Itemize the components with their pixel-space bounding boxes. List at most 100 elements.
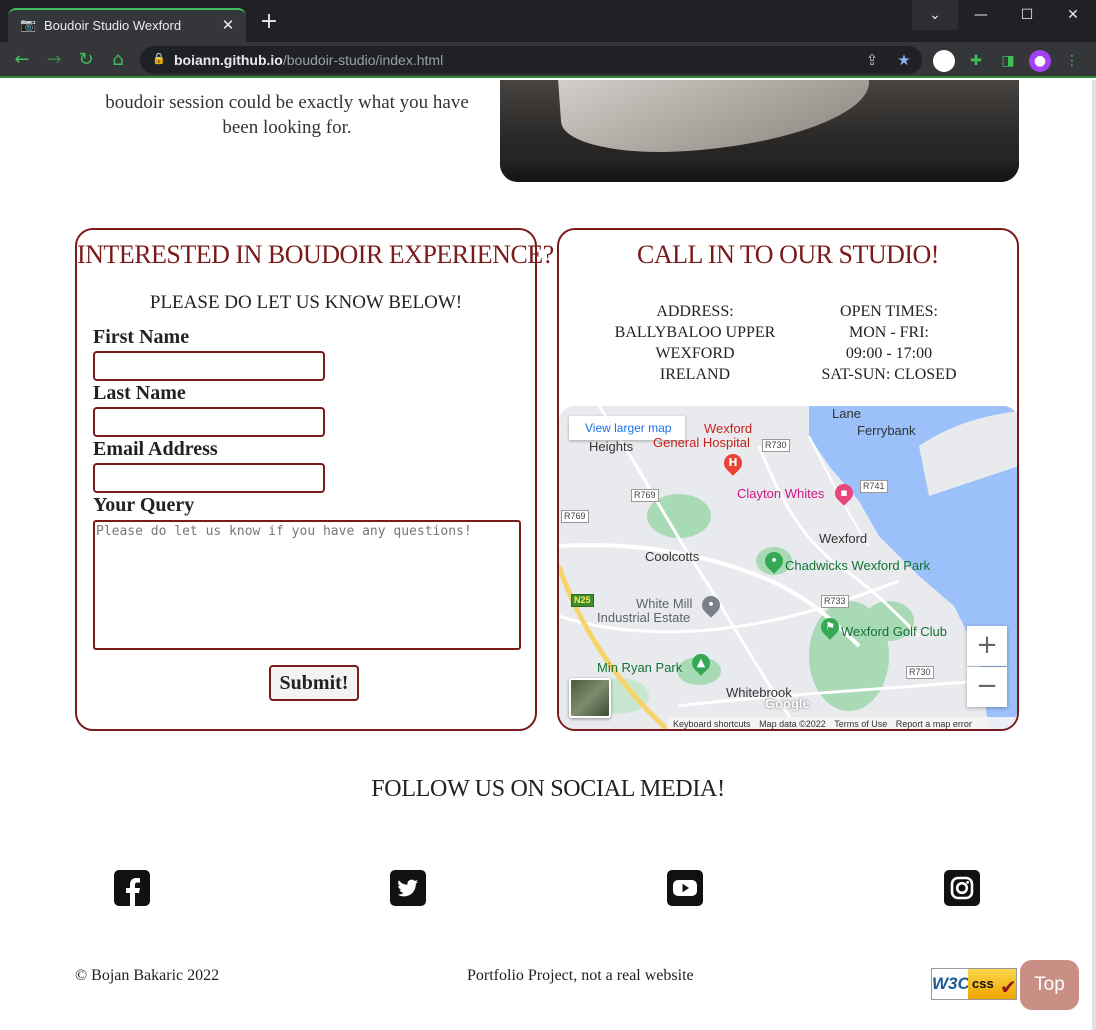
avatar-icon[interactable]: ● — [1029, 50, 1051, 72]
hero-photo — [500, 80, 1019, 182]
google-map-embed[interactable]: View larger map Lane Ferrybank Wexford G… — [559, 406, 1017, 729]
submit-button[interactable]: Submit! — [269, 665, 359, 701]
last-name-input[interactable] — [93, 407, 325, 437]
disclaimer-text: Portfolio Project, not a real website — [467, 967, 694, 984]
road-sign-r730: R730 — [762, 439, 790, 452]
menu-dots-icon[interactable]: ⋮ — [1061, 50, 1083, 72]
camera-favicon-icon: 📷 — [20, 18, 37, 33]
address-line-2: WEXFORD — [655, 345, 735, 362]
road-sign-r769-west: R769 — [561, 510, 589, 523]
address-bar[interactable]: 🔒 boiann.github.io/boudoir-studio/index.… — [140, 46, 922, 74]
map-label-golf-club: Wexford Golf Club — [841, 624, 947, 639]
satellite-toggle[interactable] — [569, 678, 611, 718]
address-line-3: IRELAND — [659, 366, 731, 383]
youtube-icon[interactable] — [667, 870, 703, 906]
road-sign-r730-south: R730 — [906, 666, 934, 679]
browser-tab[interactable]: 📷 Boudoir Studio Wexford ✕ — [8, 8, 246, 42]
twitter-icon[interactable] — [390, 870, 426, 906]
browser-tab-bar: 📷 Boudoir Studio Wexford ✕ + ⌄ — ☐ ✕ — [0, 0, 1096, 42]
map-label-lane: Lane — [832, 406, 861, 421]
studio-card: CALL IN TO OUR STUDIO! ADDRESS: BALLYBAL… — [557, 228, 1019, 731]
map-label-white-mill-2: Industrial Estate — [597, 610, 691, 625]
map-label-min-ryan-park: Min Ryan Park — [597, 660, 683, 675]
map-label-white-mill-1: White Mill — [636, 596, 693, 611]
open-times-hours: 09:00 - 17:00 — [845, 345, 933, 362]
social-title: FOLLOW US ON SOCIAL MEDIA! — [371, 776, 725, 802]
industrial-pin-icon[interactable]: • — [698, 592, 724, 618]
map-label-hospital-1: Wexford — [704, 421, 753, 436]
studio-card-title: CALL IN TO OUR STUDIO! — [637, 240, 939, 269]
url-path: /boudoir-studio/index.html — [282, 52, 444, 68]
url-text: boiann.github.io/boudoir-studio/index.ht… — [174, 52, 443, 68]
intro-line-1: boudoir session could be exactly what yo… — [105, 92, 469, 113]
open-times-weekdays: MON - FRI: — [848, 324, 929, 341]
copyright-text: © Bojan Bakaric 2022 — [75, 967, 220, 984]
instagram-icon[interactable] — [944, 870, 980, 906]
hotel-pin-icon[interactable]: ▪ — [831, 480, 857, 506]
new-tab-button[interactable]: + — [258, 11, 280, 34]
back-to-top-button[interactable]: Top — [1020, 960, 1079, 1010]
intro-text: boudoir session could be exactly what yo… — [100, 90, 474, 140]
map-data-text: Map data ©2022 — [759, 719, 826, 729]
report-map-error-link[interactable]: Report a map error — [896, 719, 972, 729]
page-content: boudoir session could be exactly what yo… — [0, 80, 1096, 1030]
checkmark-icon: ✔ — [1000, 975, 1017, 999]
facebook-icon[interactable] — [114, 870, 150, 906]
map-label-heights: Heights — [589, 439, 634, 454]
email-input[interactable] — [93, 463, 325, 493]
tab-close-icon[interactable]: ✕ — [218, 15, 238, 35]
close-window-button[interactable]: ✕ — [1050, 0, 1096, 30]
first-name-input[interactable] — [93, 351, 325, 381]
open-times-heading: OPEN TIMES: — [840, 303, 938, 320]
map-label-clayton: Clayton Whites — [737, 486, 825, 501]
hero-photo-cloth — [557, 80, 873, 160]
forward-arrow-icon[interactable]: → — [42, 48, 66, 72]
min-ryan-pin-icon[interactable]: ▲ — [688, 650, 714, 676]
home-icon[interactable]: ⌂ — [106, 48, 130, 72]
bookmark-star-icon[interactable]: ★ — [894, 50, 914, 70]
w3c-css-badge[interactable]: W3C css ✔ — [931, 968, 1017, 1000]
address-block: ADDRESS: BALLYBALOO UPPER WEXFORD IRELAN… — [595, 301, 795, 385]
map-attribution-bar: Keyboard shortcuts Map data ©2022 Terms … — [667, 717, 1017, 729]
tab-title: Boudoir Studio Wexford — [44, 18, 182, 33]
form-card-title: INTERESTED IN BOUDOIR EXPERIENCE? — [77, 240, 554, 269]
address-heading: ADDRESS: — [656, 303, 734, 320]
share-icon[interactable]: ⇪ — [862, 50, 882, 70]
address-line-1: BALLYBALOO UPPER — [614, 324, 776, 341]
open-times-block: OPEN TIMES: MON - FRI: 09:00 - 17:00 SAT… — [789, 301, 989, 385]
w3c-logo-text: W3C — [932, 969, 970, 999]
zoom-out-button[interactable]: − — [967, 667, 1007, 707]
park-pin-icon[interactable]: • — [761, 548, 787, 574]
google-logo: Google — [765, 696, 810, 711]
url-domain: boiann.github.io — [174, 52, 283, 68]
tab-search-dropdown-icon[interactable]: ⌄ — [912, 0, 958, 30]
maximize-button[interactable]: ☐ — [1004, 0, 1050, 30]
side-panel-icon[interactable]: ◨ — [997, 50, 1019, 72]
keyboard-shortcuts-link[interactable]: Keyboard shortcuts — [673, 719, 751, 729]
zoom-in-button[interactable]: + — [967, 626, 1007, 666]
road-sign-r733: R733 — [821, 595, 849, 608]
form-card-subtitle: PLEASE DO LET US KNOW BELOW! — [149, 292, 463, 313]
minimize-button[interactable]: — — [958, 0, 1004, 30]
query-textarea[interactable]: Please do let us know if you have any qu… — [93, 520, 521, 650]
road-sign-n25: N25 — [571, 594, 594, 607]
map-label-chadwicks: Chadwicks Wexford Park — [785, 558, 930, 573]
profile-circle-icon[interactable] — [933, 50, 955, 72]
golf-pin-icon[interactable]: ⚑ — [817, 614, 843, 640]
map-label-ferrybank: Ferrybank — [857, 423, 916, 438]
hero-photo-fur — [500, 154, 1019, 182]
browser-toolbar: ← → ↻ ⌂ 🔒 boiann.github.io/boudoir-studi… — [0, 42, 1096, 78]
lock-icon[interactable]: 🔒 — [152, 52, 166, 66]
hospital-pin-icon[interactable]: H — [720, 450, 746, 476]
query-label: Your Query — [93, 494, 195, 516]
map-label-hospital-2: General Hospital — [653, 435, 750, 450]
email-label: Email Address — [93, 438, 218, 460]
extensions-puzzle-icon[interactable]: ✚ — [965, 50, 987, 72]
scrollbar-track[interactable] — [1092, 80, 1096, 1030]
road-sign-r741: R741 — [860, 480, 888, 493]
back-arrow-icon[interactable]: ← — [10, 48, 34, 72]
reload-icon[interactable]: ↻ — [74, 48, 98, 72]
contact-form-card: INTERESTED IN BOUDOIR EXPERIENCE? PLEASE… — [75, 228, 554, 731]
road-sign-r769: R769 — [631, 489, 659, 502]
terms-of-use-link[interactable]: Terms of Use — [834, 719, 887, 729]
